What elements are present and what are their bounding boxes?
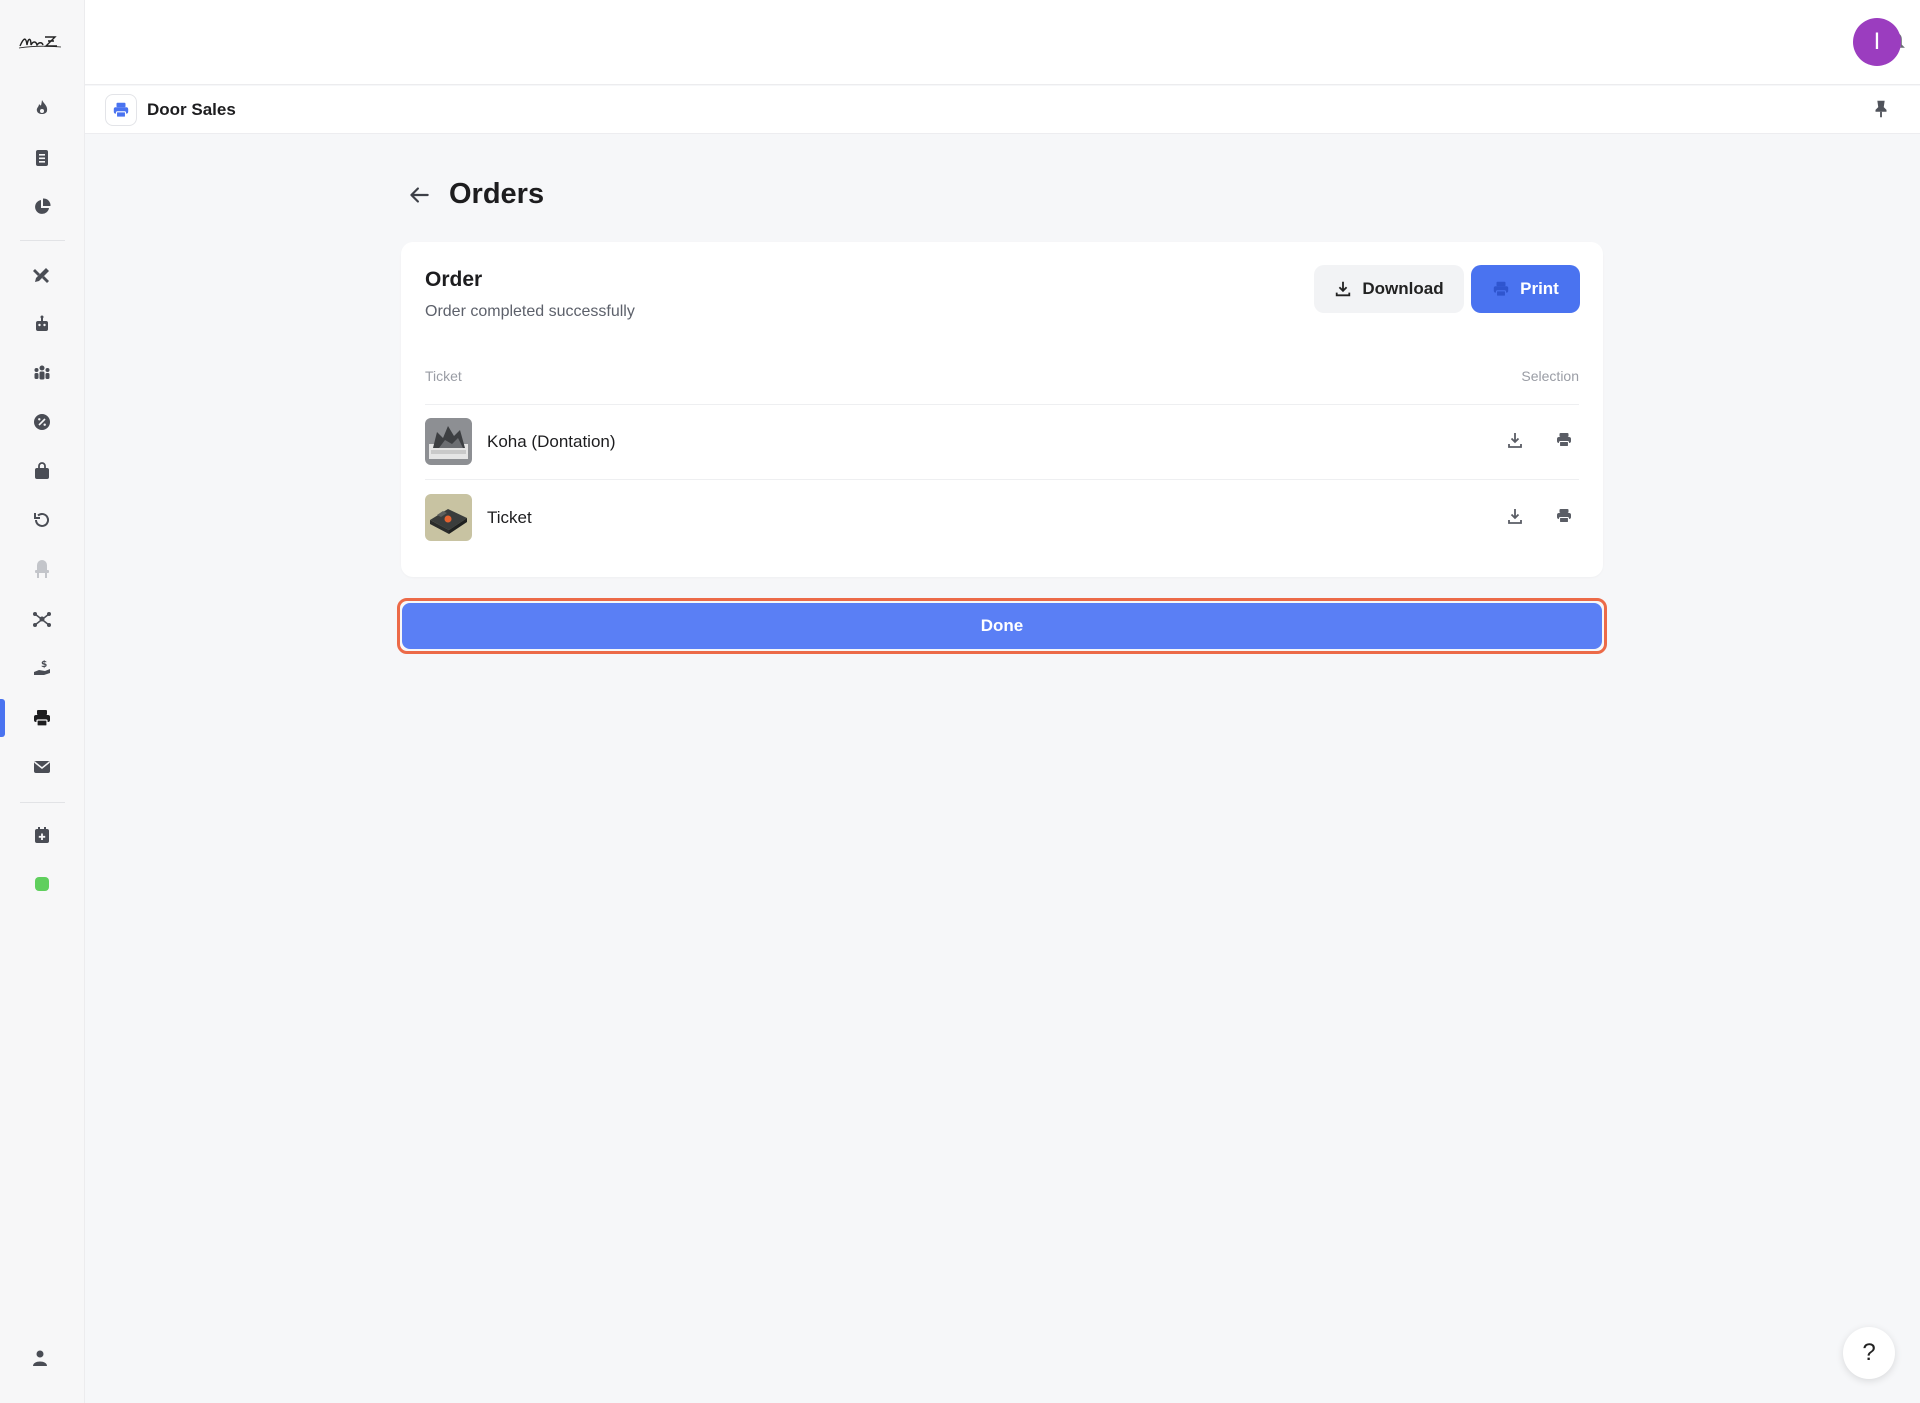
sidebar-divider: [20, 240, 65, 241]
sidebar-item-design[interactable]: [27, 260, 57, 290]
percent-badge-icon: [34, 414, 50, 430]
order-title: Order: [425, 268, 483, 291]
document-icon: [36, 150, 48, 166]
sidebar-item-automation[interactable]: [27, 309, 57, 339]
pin-icon[interactable]: [1870, 98, 1894, 122]
sidebar-item-mail[interactable]: [27, 752, 57, 782]
sidebar-item-shop[interactable]: [27, 456, 57, 486]
page-header-bar: Door Sales: [85, 86, 1920, 134]
ticket-thumbnail: [425, 494, 472, 541]
seat-icon: [35, 560, 49, 578]
ticket-name: Koha (Dontation): [487, 432, 616, 451]
download-icon: [1336, 281, 1351, 297]
status-indicator: [35, 877, 49, 891]
column-header-selection: Selection: [1521, 368, 1579, 384]
table-row: Koha (Dontation): [425, 418, 1579, 468]
top-bar: [85, 0, 1920, 85]
ticket-name: Ticket: [487, 508, 532, 527]
sidebar-item-people[interactable]: [27, 358, 57, 388]
sidebar-item-integrations[interactable]: [27, 604, 57, 634]
flame-icon: [36, 100, 48, 114]
logo-signature: [18, 36, 62, 49]
sidebar-divider: [20, 802, 65, 803]
sidebar-item-seating[interactable]: [27, 555, 57, 585]
hand-dollar-icon: $: [34, 660, 50, 675]
svg-text:$: $: [41, 660, 47, 670]
print-label: Print: [1520, 279, 1559, 298]
section-title: Door Sales: [147, 100, 236, 119]
row-download-icon[interactable]: [1505, 430, 1529, 454]
sidebar-item-discounts[interactable]: [27, 407, 57, 437]
refresh-icon: [34, 512, 49, 527]
user-avatar[interactable]: I: [1853, 18, 1901, 66]
row-download-icon[interactable]: [1505, 506, 1529, 530]
ticket-thumbnail: [425, 418, 472, 465]
app-logo[interactable]: [16, 28, 64, 56]
download-label: Download: [1362, 279, 1444, 298]
row-print-icon[interactable]: [1554, 506, 1578, 530]
sidebar-active-indicator: [0, 699, 5, 737]
sidebar-item-document[interactable]: [27, 143, 57, 173]
table-divider: [425, 479, 1579, 480]
printer-icon: [1493, 281, 1509, 297]
sidebar-item-payouts[interactable]: $: [27, 653, 57, 683]
row-print-icon[interactable]: [1554, 430, 1578, 454]
robot-icon: [36, 315, 48, 331]
sidebar-item-door-sales[interactable]: [27, 703, 57, 733]
pen-ruler-icon: [33, 268, 49, 283]
column-header-ticket: Ticket: [425, 368, 462, 384]
help-button[interactable]: ?: [1843, 1327, 1895, 1379]
print-button[interactable]: Print: [1471, 265, 1580, 313]
sidebar-item-reports[interactable]: [27, 192, 57, 222]
pie-chart-icon: [35, 198, 51, 214]
sidebar-item-flame[interactable]: [27, 93, 57, 123]
sidebar: $: [0, 0, 85, 1403]
bag-icon: [35, 462, 49, 479]
mail-icon: [34, 761, 50, 773]
network-icon: [33, 612, 51, 627]
table-row: Ticket: [425, 494, 1579, 544]
order-status-text: Order completed successfully: [425, 303, 635, 320]
calendar-plus-icon: [35, 827, 49, 843]
back-arrow-icon[interactable]: [406, 182, 436, 212]
account-icon[interactable]: [30, 1348, 54, 1372]
table-divider: [425, 404, 1579, 405]
printer-icon: [34, 710, 50, 727]
order-card: Order Order completed successfully Downl…: [401, 242, 1603, 577]
sidebar-item-calendar[interactable]: [27, 820, 57, 850]
door-sales-icon: [105, 94, 137, 126]
sidebar-item-refunds[interactable]: [27, 505, 57, 535]
download-button[interactable]: Download: [1314, 265, 1464, 313]
done-button[interactable]: Done: [402, 603, 1602, 649]
people-icon: [34, 365, 50, 380]
page-title: Orders: [449, 178, 545, 210]
